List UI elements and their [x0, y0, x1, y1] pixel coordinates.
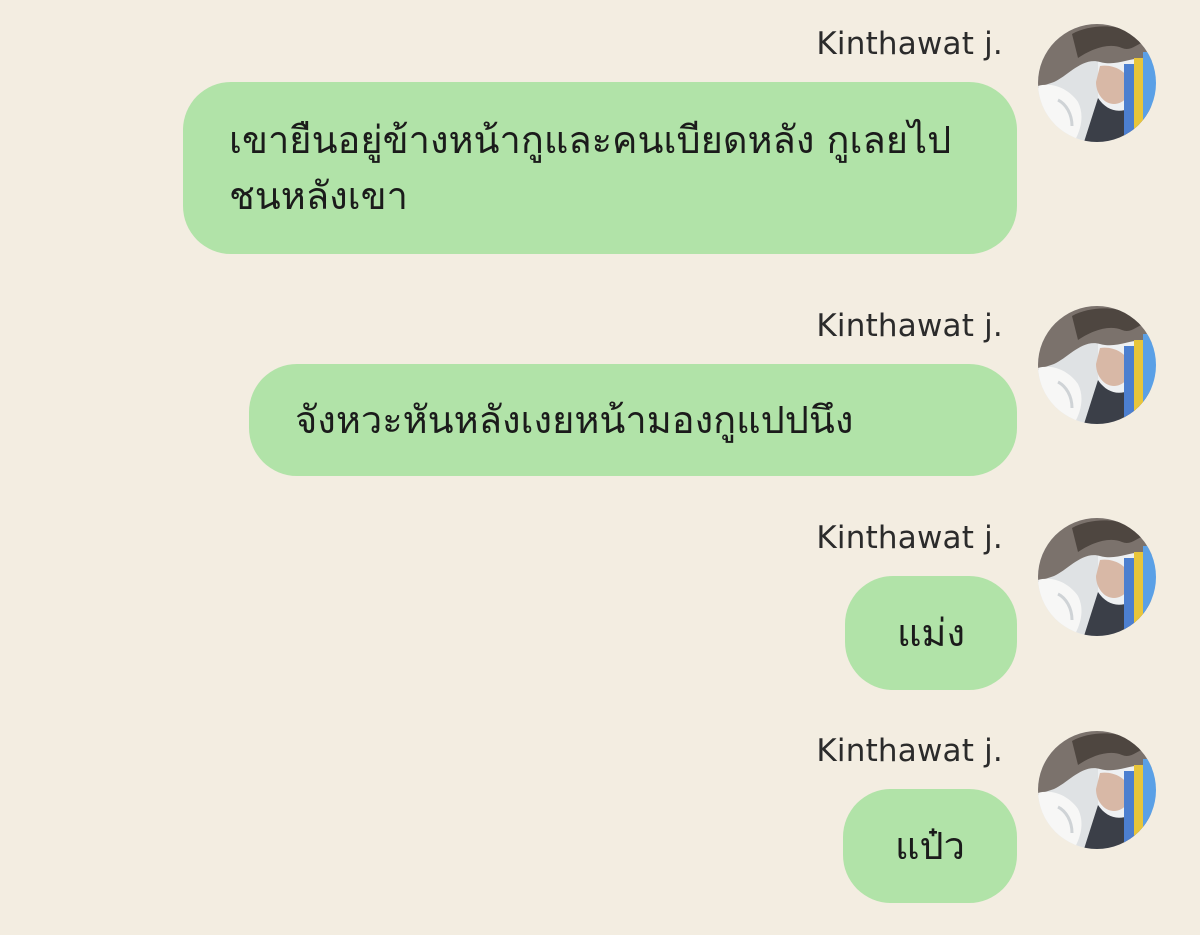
avatar-icon[interactable] — [1038, 731, 1156, 849]
avatar-photo-icon — [1038, 306, 1156, 424]
avatar-icon[interactable] — [1038, 306, 1156, 424]
chat-view: Kinthawat j. เขายืนอยู่ข้างหน้ากูและคนเบ… — [0, 0, 1200, 935]
sender-name: Kinthawat j. — [816, 308, 1003, 344]
message-bubble[interactable]: เขายืนอยู่ข้างหน้ากูและคนเบียดหลัง กูเลย… — [183, 82, 1017, 254]
avatar-photo-icon — [1038, 24, 1156, 142]
sender-name: Kinthawat j. — [816, 26, 1003, 62]
sender-name: Kinthawat j. — [816, 733, 1003, 769]
sender-name: Kinthawat j. — [816, 520, 1003, 556]
avatar-photo-icon — [1038, 518, 1156, 636]
avatar-photo-icon — [1038, 731, 1156, 849]
message-bubble[interactable]: แป๋ว — [843, 789, 1017, 903]
avatar-icon[interactable] — [1038, 518, 1156, 636]
message-bubble[interactable]: จังหวะหันหลังเงยหน้ามองกูแปปนึง — [249, 364, 1017, 476]
message-bubble[interactable]: แม่ง — [845, 576, 1017, 690]
avatar-icon[interactable] — [1038, 24, 1156, 142]
